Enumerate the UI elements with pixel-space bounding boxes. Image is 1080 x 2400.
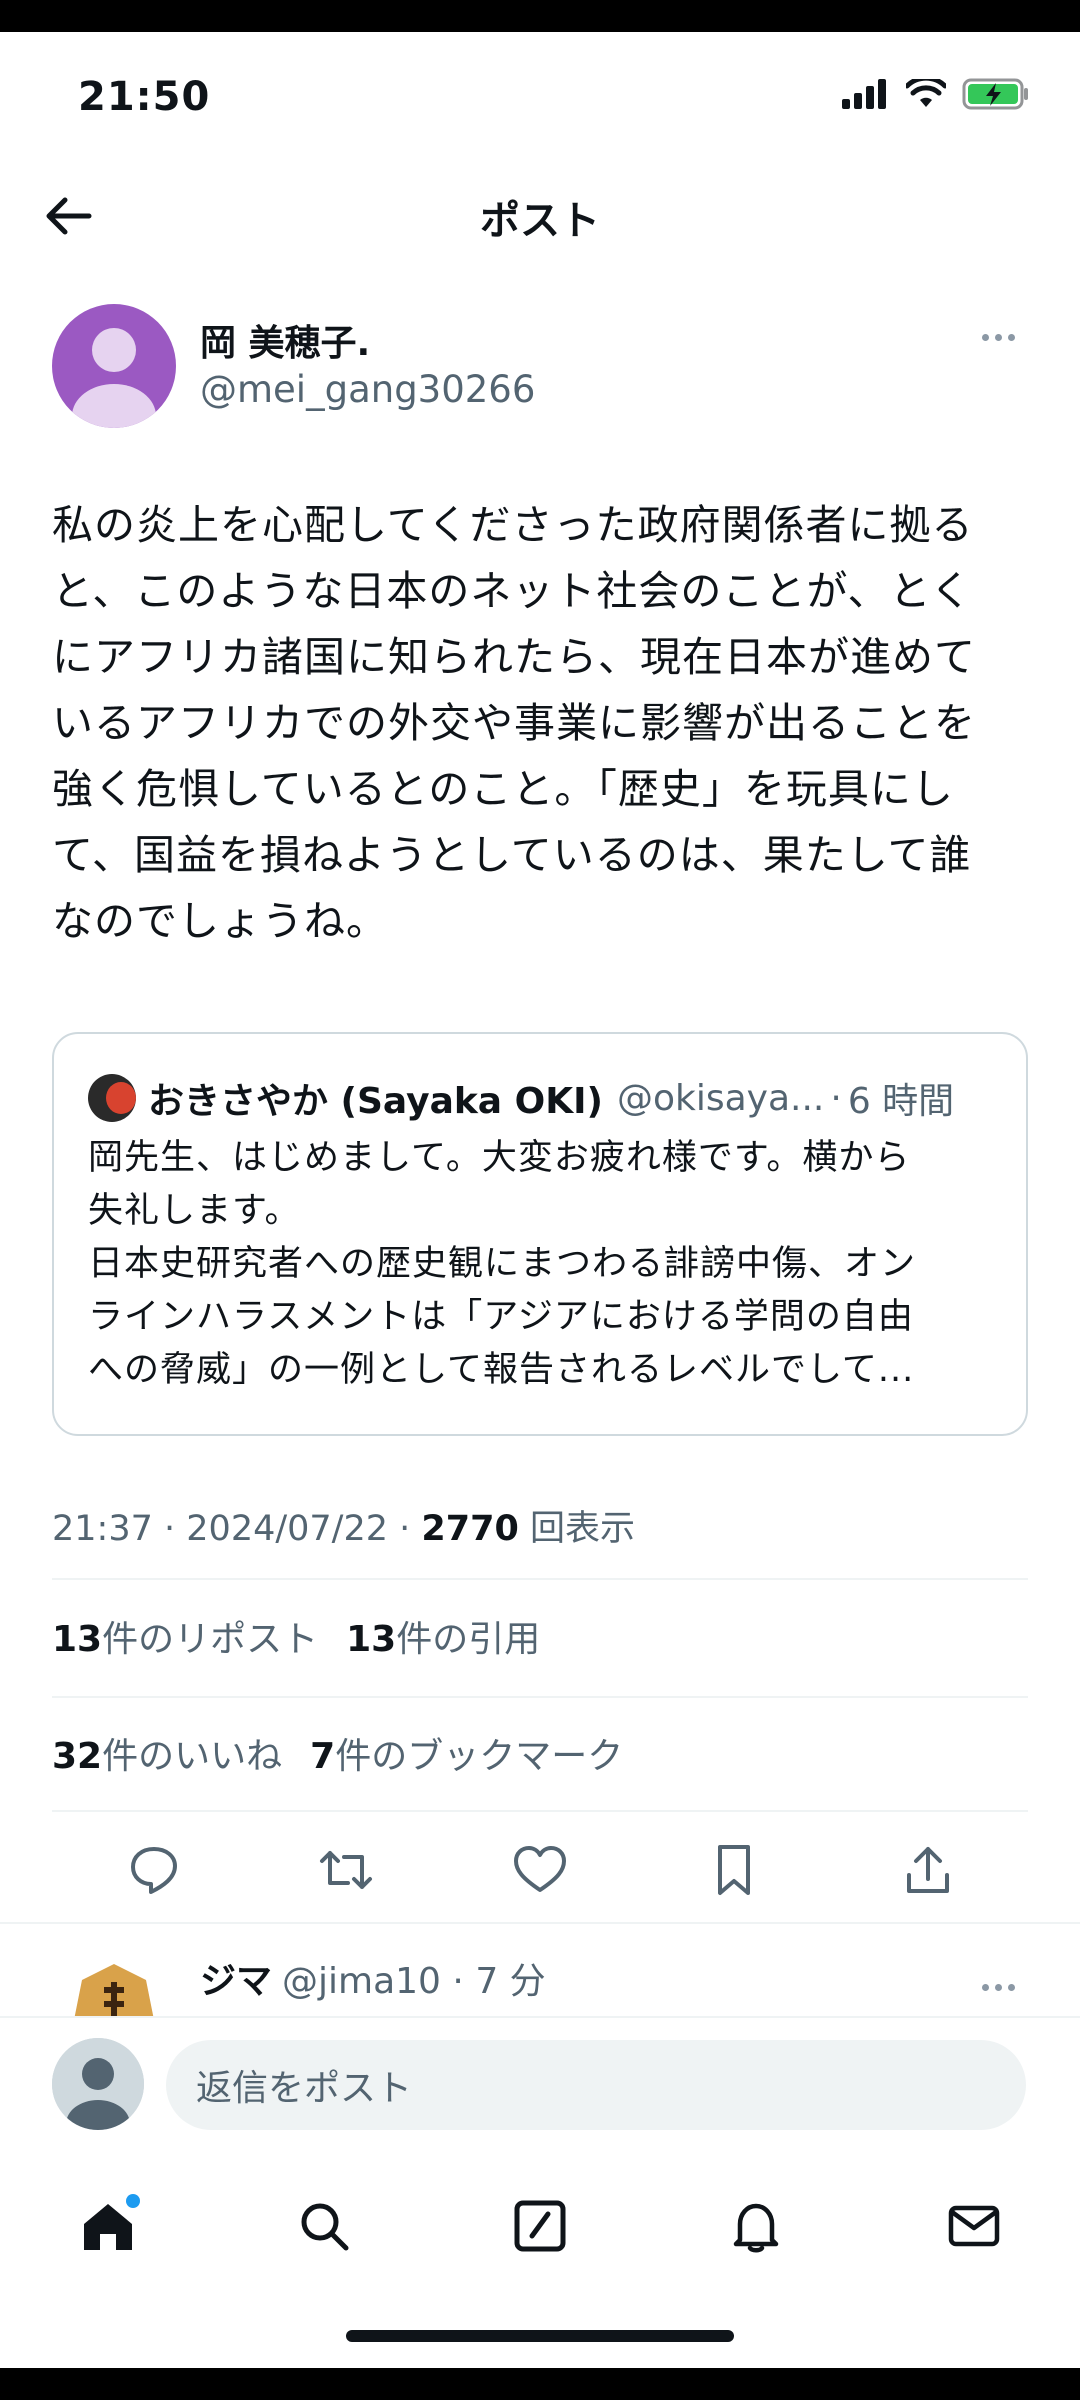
nav-search[interactable]	[284, 2186, 364, 2266]
nav-compose[interactable]	[500, 2186, 580, 2266]
post-action-bar	[0, 1830, 1080, 1910]
bookmarks-stat[interactable]: 7件のブックマーク	[310, 1727, 623, 1779]
author-avatar[interactable]	[52, 304, 176, 428]
separator-dot: ·	[164, 1509, 187, 1549]
view-count-label: 回表示	[529, 1509, 635, 1549]
reply-button[interactable]	[114, 1830, 194, 1910]
speech-bubble-icon	[131, 1847, 177, 1894]
more-options-button[interactable]	[968, 322, 1028, 352]
stats-row-likes: 32件のいいね 7件のブックマーク	[52, 1727, 623, 1779]
reposts-label: 件のリポスト	[102, 1619, 319, 1660]
post-meta: 21:37 · 2024/07/22 · 2770 回表示	[52, 1500, 635, 1551]
screen-bottom-bezel	[0, 2368, 1080, 2400]
bookmarks-count: 7	[310, 1736, 336, 1777]
cellular-signal-icon	[842, 79, 886, 109]
likes-count: 32	[52, 1736, 103, 1777]
reply-author-avatar[interactable]	[66, 1960, 162, 2020]
reply-input[interactable]: 返信をポスト	[166, 2040, 1026, 2130]
bell-icon	[733, 2203, 779, 2253]
likes-stat[interactable]: 32件のいいね	[52, 1727, 282, 1779]
quoted-author-avatar	[88, 1074, 136, 1122]
reply-time: 7 分	[475, 1961, 546, 2002]
my-avatar[interactable]	[52, 2038, 144, 2130]
bottom-navigation	[0, 2166, 1080, 2296]
quoted-post-header: おきさやか (Sayaka OKI) @okisaya... · 6 時間	[88, 1072, 954, 1124]
quotes-count: 13	[346, 1619, 397, 1660]
more-dot-icon	[981, 333, 989, 341]
quoted-author-handle: @okisaya...	[616, 1077, 825, 1119]
like-button[interactable]	[500, 1830, 580, 1910]
quoted-post-text: 岡先生、はじめまして。大変お疲れ様です。横から 失礼します。 日本史研究者への歴…	[88, 1138, 917, 1390]
status-icons	[842, 78, 1030, 110]
nav-messages[interactable]	[934, 2186, 1014, 2266]
stats-row-reposts: 13件のリポスト 13件の引用	[52, 1610, 540, 1662]
quoted-post-card[interactable]: おきさやか (Sayaka OKI) @okisaya... · 6 時間 岡先…	[52, 1032, 1028, 1436]
share-button[interactable]	[888, 1830, 968, 1910]
more-dot-icon	[1007, 1983, 1015, 1991]
screen-top-bezel	[0, 0, 1080, 32]
more-dot-icon	[994, 1983, 1002, 1991]
compose-icon	[514, 2200, 566, 2252]
reply-author-name: ジマ	[200, 1961, 273, 2002]
more-dot-icon	[981, 1983, 989, 1991]
reply-author[interactable]: ジマ @jima10 · 7 分	[200, 1952, 546, 2004]
home-indicator[interactable]	[346, 2330, 734, 2342]
divider	[52, 1810, 1028, 1812]
reposts-stat[interactable]: 13件のリポスト	[52, 1610, 318, 1662]
more-dot-icon	[994, 333, 1002, 341]
home-new-badge	[126, 2194, 140, 2208]
battery-charging-icon	[962, 78, 1028, 110]
status-time: 21:50	[78, 74, 211, 120]
reply-more-options-button[interactable]	[968, 1972, 1028, 2002]
reposts-count: 13	[52, 1619, 103, 1660]
more-dot-icon	[1007, 333, 1015, 341]
share-upload-icon	[907, 1847, 949, 1893]
post-time: 21:37	[52, 1509, 153, 1549]
shogi-piece-icon	[74, 1964, 154, 2020]
author-name[interactable]: 岡 美穂子.	[200, 314, 370, 366]
divider	[52, 1578, 1028, 1580]
reply-composer: 返信をポスト	[0, 2016, 1080, 2168]
bookmarks-label: 件のブックマーク	[335, 1736, 624, 1777]
header-bar: ポスト	[0, 162, 1080, 272]
post-date: 2024/07/22	[186, 1509, 389, 1549]
view-count: 2770	[421, 1509, 519, 1549]
author-handle[interactable]: @mei_gang30266	[200, 368, 535, 411]
divider	[52, 1696, 1028, 1698]
envelope-icon	[948, 2205, 1000, 2247]
status-bar: 21:50	[0, 32, 1080, 162]
search-icon	[301, 2203, 349, 2251]
post-text: 私の炎上を心配してくださった政府関係者に拠る と、このような日本のネット社会のこ…	[52, 501, 976, 945]
quoted-post-time: 6 時間	[847, 1081, 955, 1122]
default-avatar-icon	[72, 328, 156, 428]
reply-author-handle: @jima10	[282, 1961, 441, 2002]
nav-home[interactable]	[68, 2186, 148, 2266]
separator-dot: ·	[830, 1077, 842, 1119]
divider	[0, 1922, 1080, 1924]
wifi-icon	[906, 79, 946, 107]
bookmark-button[interactable]	[694, 1830, 774, 1910]
nav-notifications[interactable]	[716, 2186, 796, 2266]
quoted-author-name: おきさやか (Sayaka OKI)	[148, 1081, 603, 1122]
quotes-label: 件の引用	[396, 1619, 541, 1660]
separator-dot: ·	[440, 1961, 476, 2002]
repost-arrows-icon	[320, 1851, 372, 1889]
heart-icon	[514, 1846, 566, 1892]
default-avatar-icon	[52, 2038, 144, 2130]
likes-label: 件のいいね	[102, 1736, 283, 1777]
repost-button[interactable]	[306, 1830, 386, 1910]
quotes-stat[interactable]: 13件の引用	[346, 1610, 540, 1662]
page-title: ポスト	[480, 198, 600, 244]
bookmark-icon	[718, 1845, 750, 1895]
separator-dot: ·	[399, 1509, 422, 1549]
